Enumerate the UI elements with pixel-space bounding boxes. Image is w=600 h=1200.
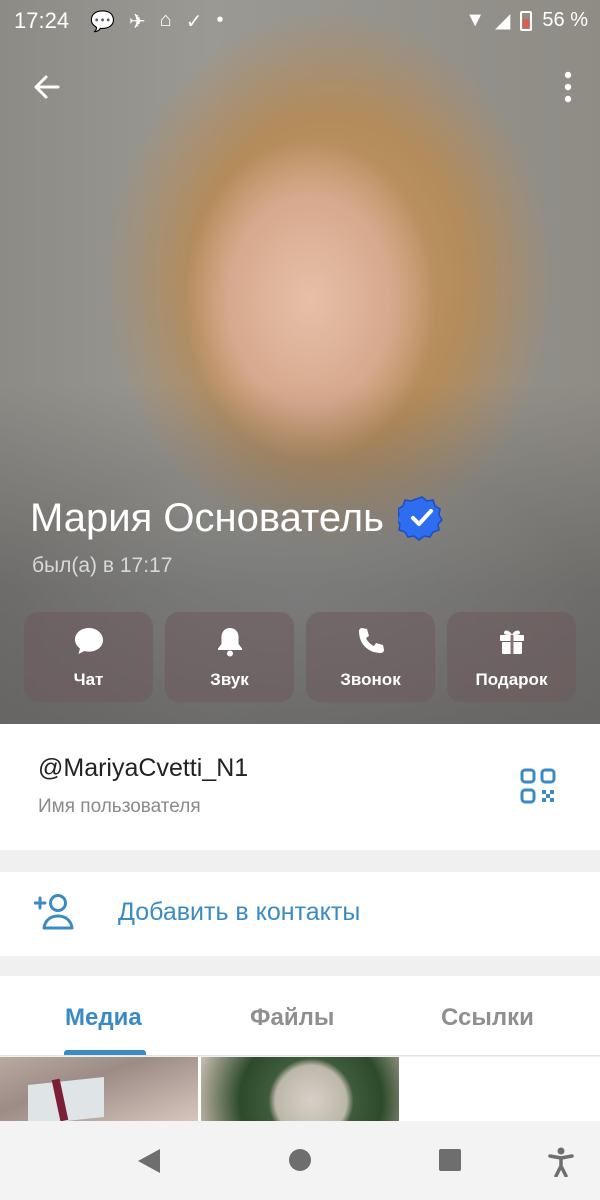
more-options-icon[interactable]: [562, 70, 574, 104]
status-time: 17:24: [14, 8, 70, 33]
username[interactable]: @MariyaCvetti_N1: [38, 754, 248, 783]
media-grid: [0, 1057, 600, 1121]
back-arrow-icon[interactable]: [30, 70, 64, 104]
gift-icon: [499, 630, 524, 654]
call-button-label: Звонок: [340, 670, 401, 689]
check-notification-icon: ✓: [185, 11, 203, 33]
chat-bubble-icon: [74, 628, 103, 654]
chat-button-label: Чат: [73, 670, 104, 689]
system-status: ▼ ◢ 56 %: [465, 8, 588, 33]
chat-button[interactable]: Чат: [24, 612, 153, 702]
last-seen-status: был(а) в 17:17: [32, 554, 173, 577]
broom-notification-icon: ⌂: [159, 9, 172, 31]
notification-icons: 💬 ✈ ⌂ ✓ •: [90, 9, 224, 34]
profile-name: Мария Основатель: [30, 494, 446, 542]
sound-button[interactable]: Звук: [165, 612, 294, 702]
bell-icon: [217, 628, 242, 657]
media-tabs: Медиа Файлы Ссылки: [0, 976, 600, 1056]
call-button[interactable]: Звонок: [306, 612, 435, 702]
gift-button-label: Подарок: [475, 670, 548, 689]
signal-icon: ◢: [495, 10, 511, 32]
media-thumbnail[interactable]: [201, 1057, 399, 1121]
add-contact-label: Добавить в контакты: [118, 898, 361, 926]
nav-recents-icon[interactable]: [438, 1147, 462, 1173]
qr-code-icon[interactable]: [520, 768, 556, 804]
battery-icon: [520, 10, 533, 31]
tab-media[interactable]: Медиа: [65, 1004, 142, 1032]
status-bar: 17:24 💬 ✈ ⌂ ✓ • ▼ ◢ 56 %: [0, 0, 600, 44]
active-tab-indicator: [64, 1050, 146, 1055]
wifi-icon: ▼: [465, 9, 486, 31]
username-card[interactable]: @MariyaCvetti_N1 Имя пользователя: [0, 724, 600, 850]
tab-links[interactable]: Ссылки: [441, 1004, 534, 1032]
sound-button-label: Звук: [210, 670, 249, 689]
tab-files[interactable]: Файлы: [250, 1004, 334, 1032]
accessibility-icon[interactable]: [548, 1147, 574, 1177]
media-thumbnail[interactable]: [0, 1057, 198, 1121]
profile-actions: Чат Звук Звонок Подарок: [24, 612, 576, 702]
profile-name-text: Мария Основатель: [30, 495, 384, 540]
dot-icon: •: [216, 9, 224, 31]
gift-button[interactable]: Подарок: [447, 612, 576, 702]
battery-percent: 56 %: [542, 9, 588, 31]
username-caption: Имя пользователя: [38, 796, 201, 817]
verified-badge-icon[interactable]: [397, 494, 446, 542]
system-navigation-bar: [0, 1121, 600, 1200]
nav-back-icon[interactable]: [136, 1147, 162, 1175]
add-user-icon: [34, 894, 74, 930]
telegram-notification-icon: ✈: [128, 11, 146, 33]
chat-notification-icon: 💬: [90, 11, 115, 33]
nav-home-icon[interactable]: [288, 1147, 312, 1173]
phone-icon: [358, 628, 384, 653]
add-contact-row[interactable]: Добавить в контакты: [0, 872, 600, 956]
